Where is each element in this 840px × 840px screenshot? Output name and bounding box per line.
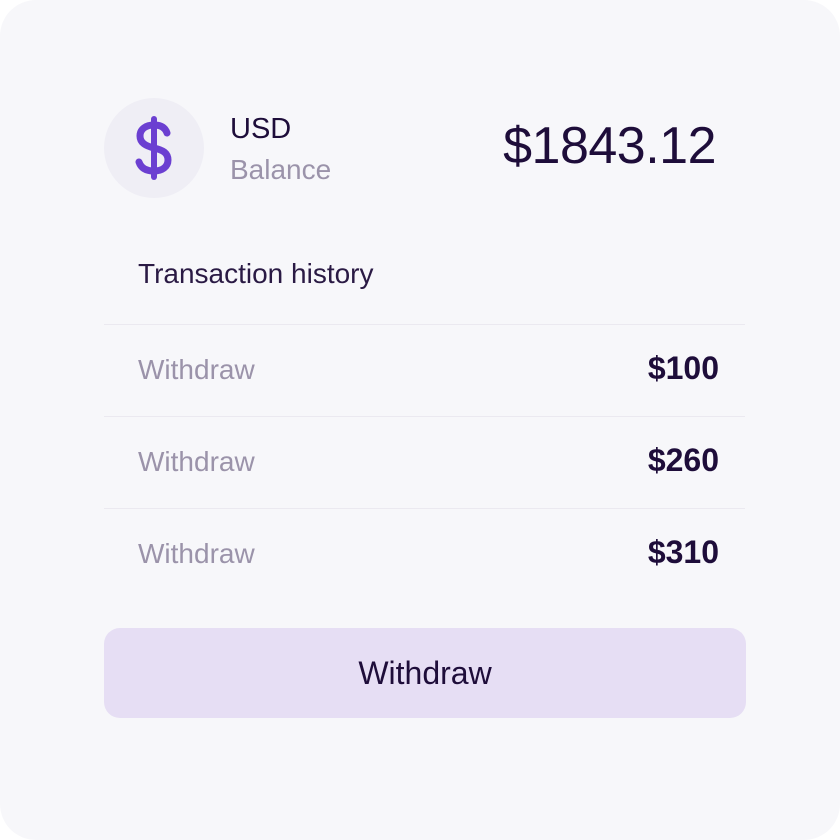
transaction-row: Withdraw $100 (104, 324, 745, 416)
transaction-type: Withdraw (138, 354, 255, 385)
transaction-amount: $100 (647, 350, 719, 386)
transaction-history-title: Transaction history (138, 258, 374, 289)
balance-amount: $1843.12 (503, 117, 716, 175)
transaction-amount: $260 (647, 442, 719, 478)
transaction-row: Withdraw $260 (104, 416, 745, 508)
withdraw-button[interactable]: Withdraw (104, 628, 746, 718)
transaction-type: Withdraw (138, 446, 255, 477)
balance-label: Balance (230, 154, 332, 185)
currency-avatar (104, 98, 204, 198)
transaction-row: Withdraw $310 (104, 508, 745, 600)
dollar-icon (134, 116, 174, 180)
transaction-list: Withdraw $100 Withdraw $260 Withdraw $31… (104, 324, 745, 600)
transaction-amount: $310 (647, 534, 719, 570)
wallet-card: USD Balance $1843.12 Transaction history… (0, 0, 840, 840)
currency-code: USD (230, 113, 292, 145)
transaction-type: Withdraw (138, 538, 255, 569)
